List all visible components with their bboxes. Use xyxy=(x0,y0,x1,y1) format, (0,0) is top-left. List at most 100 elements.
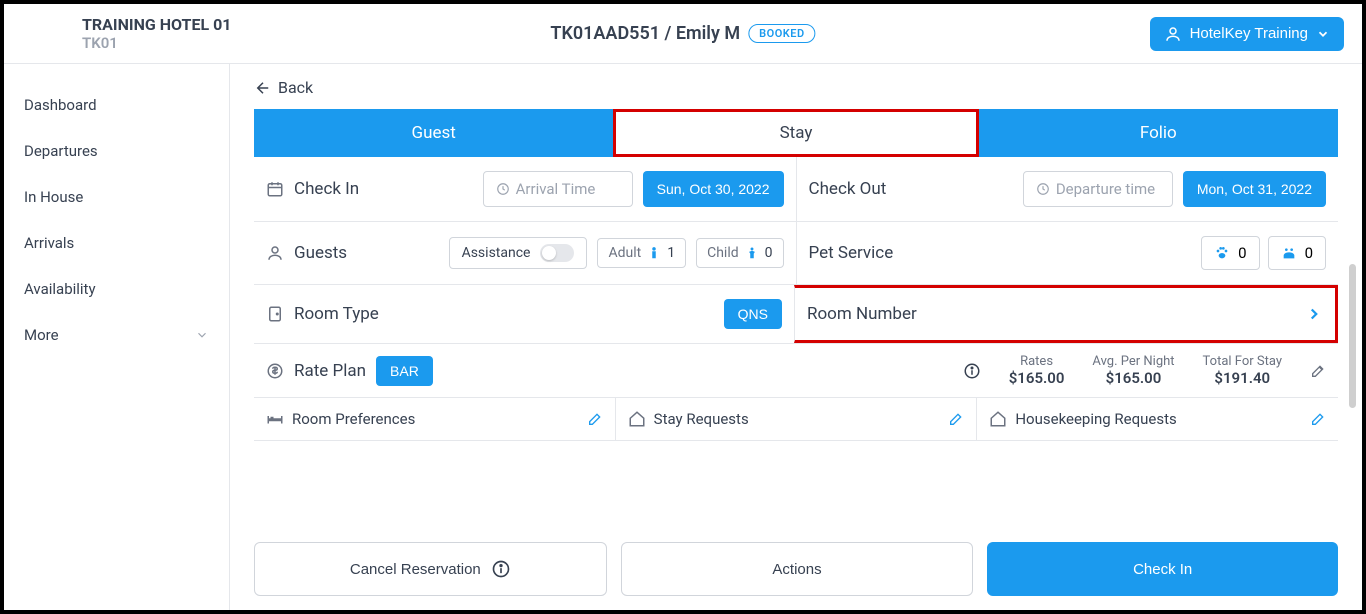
reservation-title: TK01AAD551 / Emily M xyxy=(550,23,740,44)
user-label: HotelKey Training xyxy=(1190,25,1308,42)
scrollbar[interactable] xyxy=(1349,264,1356,408)
tab-label: Guest xyxy=(412,123,456,143)
sidebar-item-label: In House xyxy=(24,188,83,206)
user-icon xyxy=(1164,25,1182,43)
sidebar-item-inhouse[interactable]: In House xyxy=(4,174,229,220)
pet-service-label: Pet Service xyxy=(809,243,894,263)
rate-plan-button[interactable]: BAR xyxy=(376,356,433,386)
status-badge: BOOKED xyxy=(748,24,816,43)
checkin-cell: Check In Arrival Time Sun, Oct 30, 2022 xyxy=(254,157,796,221)
room-type-button[interactable]: QNS xyxy=(724,299,782,329)
clock-icon xyxy=(496,182,510,196)
room-type-cell: Room Type QNS xyxy=(254,285,794,343)
pet-count-1: 0 xyxy=(1238,244,1246,262)
stay-req-label: Stay Requests xyxy=(654,410,749,428)
total-col: Total For Stay $191.40 xyxy=(1203,354,1282,387)
arrival-placeholder: Arrival Time xyxy=(516,180,596,198)
adult-label: Adult xyxy=(608,245,641,261)
stay-requests-cell[interactable]: Stay Requests xyxy=(615,398,977,440)
guests-cell: Guests Assistance Adult 1 C xyxy=(254,222,796,284)
toggle-switch[interactable] xyxy=(540,244,574,262)
room-number-label: Room Number xyxy=(807,304,917,324)
avg-value: $165.00 xyxy=(1092,369,1174,387)
rates-label: Rates xyxy=(1009,354,1065,369)
sidebar-item-availability[interactable]: Availability xyxy=(4,266,229,312)
child-label: Child xyxy=(707,245,739,261)
checkin-label: Check In xyxy=(294,179,359,199)
actions-label: Actions xyxy=(772,561,821,578)
sidebar-item-label: More xyxy=(24,326,59,344)
avg-label: Avg. Per Night xyxy=(1092,354,1174,369)
child-icon xyxy=(745,246,759,260)
home-icon xyxy=(989,410,1007,428)
actions-button[interactable]: Actions xyxy=(621,542,974,596)
paw-icon xyxy=(1214,245,1230,261)
sidebar-item-departures[interactable]: Departures xyxy=(4,128,229,174)
info-icon xyxy=(491,559,511,579)
adult-count[interactable]: Adult 1 xyxy=(597,238,686,268)
sidebar-item-more[interactable]: More xyxy=(4,312,229,358)
assistance-toggle[interactable]: Assistance xyxy=(449,237,588,269)
sidebar: Dashboard Departures In House Arrivals A… xyxy=(4,64,230,610)
tab-label: Folio xyxy=(1140,123,1177,143)
back-label: Back xyxy=(278,78,313,97)
pet-count-2: 0 xyxy=(1305,244,1313,262)
departure-time-input[interactable]: Departure time xyxy=(1023,171,1173,207)
pet-paw-count[interactable]: 0 xyxy=(1201,236,1259,270)
chevron-down-icon xyxy=(195,328,209,342)
checkin-button[interactable]: Check In xyxy=(987,542,1338,596)
edit-icon[interactable] xyxy=(948,411,964,427)
tab-folio[interactable]: Folio xyxy=(979,109,1338,157)
room-preferences-cell[interactable]: Room Preferences xyxy=(254,398,615,440)
tabs: Guest Stay Folio xyxy=(254,109,1338,157)
departure-placeholder: Departure time xyxy=(1056,180,1155,198)
child-count[interactable]: Child 0 xyxy=(696,238,783,268)
pet-service-count[interactable]: 0 xyxy=(1268,236,1326,270)
housekeeping-cell[interactable]: Housekeeping Requests xyxy=(976,398,1338,440)
sidebar-item-label: Departures xyxy=(24,142,98,160)
checkin-label: Check In xyxy=(1133,561,1192,578)
info-icon[interactable] xyxy=(963,362,981,380)
sidebar-item-arrivals[interactable]: Arrivals xyxy=(4,220,229,266)
bed-icon xyxy=(266,410,284,428)
user-menu-button[interactable]: HotelKey Training xyxy=(1150,17,1344,51)
checkout-cell: Check Out Departure time Mon, Oct 31, 20… xyxy=(796,157,1339,221)
edit-icon[interactable] xyxy=(587,411,603,427)
hotel-name: TRAINING HOTEL 01 xyxy=(82,15,231,34)
checkout-date-button[interactable]: Mon, Oct 31, 2022 xyxy=(1183,171,1326,207)
tab-stay[interactable]: Stay xyxy=(613,109,978,157)
person-icon xyxy=(266,244,284,262)
tab-label: Stay xyxy=(780,123,813,143)
arrow-left-icon xyxy=(254,79,272,97)
room-type-label: Room Type xyxy=(294,304,379,324)
sidebar-item-label: Dashboard xyxy=(24,96,97,114)
calendar-icon xyxy=(266,180,284,198)
rate-plan-row: Rate Plan BAR Rates $165.00 Avg. Per Nig… xyxy=(254,344,1338,398)
room-pref-label: Room Preferences xyxy=(292,410,415,428)
adult-count-value: 1 xyxy=(667,245,675,261)
total-value: $191.40 xyxy=(1203,369,1282,387)
rate-plan-label: Rate Plan xyxy=(294,361,366,381)
guests-label: Guests xyxy=(294,243,347,263)
pet-service-cell: Pet Service 0 0 xyxy=(796,222,1339,284)
housekeeping-label: Housekeeping Requests xyxy=(1015,410,1176,428)
child-count-value: 0 xyxy=(765,245,773,261)
reservation-header: TK01AAD551 / Emily M BOOKED xyxy=(550,23,815,44)
back-button[interactable]: Back xyxy=(254,78,313,97)
rates-col: Rates $165.00 xyxy=(1009,354,1065,387)
cancel-label: Cancel Reservation xyxy=(350,561,481,578)
home-icon xyxy=(628,410,646,428)
sidebar-item-label: Arrivals xyxy=(24,234,74,252)
checkin-date-button[interactable]: Sun, Oct 30, 2022 xyxy=(643,171,784,207)
sidebar-item-label: Availability xyxy=(24,280,96,298)
arrival-time-input[interactable]: Arrival Time xyxy=(483,171,633,207)
edit-icon[interactable] xyxy=(1310,411,1326,427)
sidebar-item-dashboard[interactable]: Dashboard xyxy=(4,82,229,128)
dollar-icon xyxy=(266,362,284,380)
tab-guest[interactable]: Guest xyxy=(254,109,613,157)
room-icon xyxy=(266,305,284,323)
edit-icon[interactable] xyxy=(1310,363,1326,379)
room-number-cell[interactable]: Room Number xyxy=(794,285,1338,343)
cancel-reservation-button[interactable]: Cancel Reservation xyxy=(254,542,607,596)
total-label: Total For Stay xyxy=(1203,354,1282,369)
